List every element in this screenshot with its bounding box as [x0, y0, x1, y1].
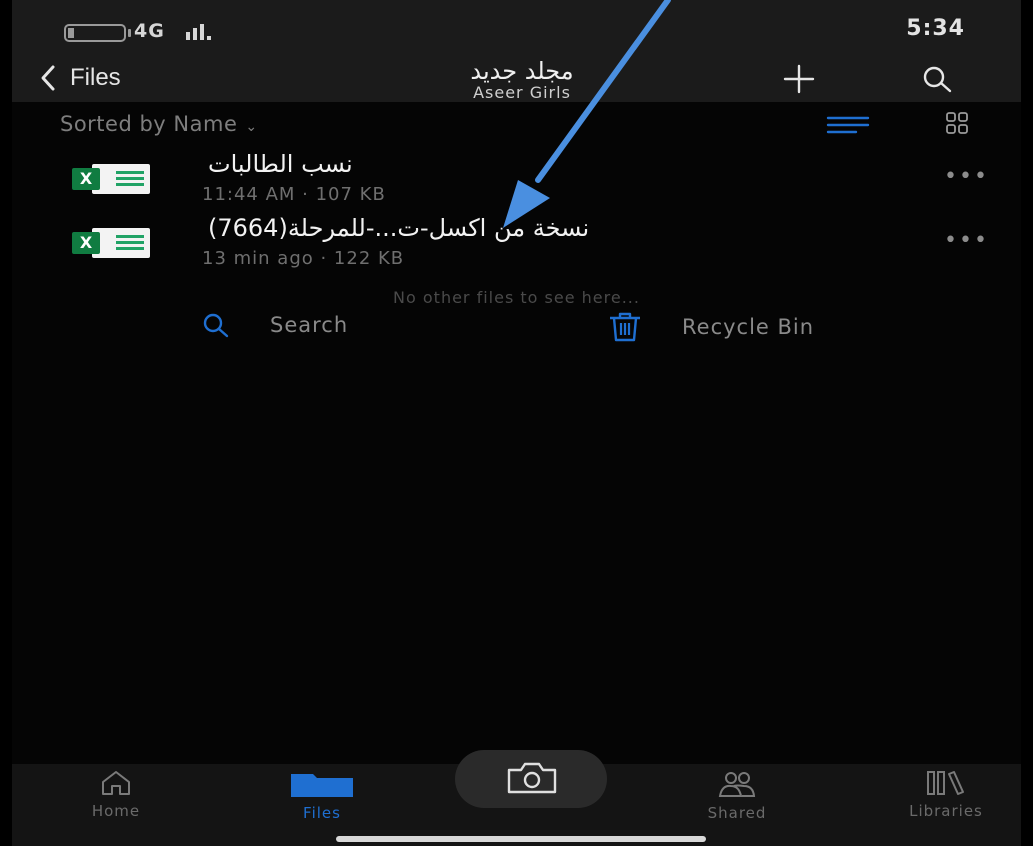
file-row[interactable]: X نسب الطالبات 11:44 AM · 107 KB ••• [12, 150, 1021, 216]
tab-label: Libraries [909, 802, 983, 820]
grid-view-icon [946, 112, 968, 134]
search-button[interactable] [920, 64, 956, 98]
trash-icon [610, 312, 640, 342]
search-action[interactable]: Search [202, 312, 348, 338]
people-icon [718, 772, 756, 797]
more-options-icon[interactable]: ••• [944, 164, 989, 189]
recycle-bin-action[interactable]: Recycle Bin [608, 312, 814, 342]
camera-button[interactable] [455, 750, 607, 808]
tab-label: Home [91, 802, 141, 820]
tab-label: Files [303, 804, 341, 822]
folder-icon [291, 774, 353, 797]
nav-header: Files مجلد جديد Aseer Girls [12, 58, 1021, 102]
excel-file-icon: X [72, 228, 152, 258]
sort-row: Sorted by Name ⌄ [12, 108, 1021, 144]
file-name: نسخة من اكسل-ت...-للمرحلة(7664) [208, 214, 590, 242]
home-indicator[interactable] [336, 836, 706, 842]
file-row[interactable]: X نسخة من اكسل-ت...-للمرحلة(7664) 13 min… [12, 214, 1021, 280]
page-subtitle: Aseer Girls [473, 83, 571, 102]
folder-title: مجلد جديد Aseer Girls [392, 58, 652, 102]
chevron-down-icon: ⌄ [245, 119, 258, 135]
tab-home[interactable]: Home [76, 770, 156, 820]
status-bar: 4G 5:34 [12, 0, 1021, 58]
sort-dropdown[interactable]: Sorted by Name ⌄ [60, 112, 258, 136]
add-button[interactable] [782, 64, 816, 98]
page-title: مجلد جديد [470, 57, 574, 85]
list-view-button[interactable] [826, 116, 870, 138]
battery-icon [64, 24, 131, 42]
list-view-icon [826, 116, 870, 134]
back-button[interactable]: Files [40, 64, 121, 92]
home-icon [102, 771, 130, 795]
tab-bar: Home Files Shared Libraries [12, 750, 1021, 846]
recycle-bin-label: Recycle Bin [682, 315, 815, 339]
search-action-label: Search [270, 313, 349, 337]
camera-icon [507, 762, 557, 794]
tab-libraries[interactable]: Libraries [888, 770, 1004, 820]
sort-label: Sorted by Name [60, 112, 238, 136]
empty-note: No other files to see here... [393, 288, 640, 307]
status-time: 5:34 [906, 16, 965, 41]
file-meta: 11:44 AM · 107 KB [202, 184, 386, 205]
file-meta: 13 min ago · 122 KB [202, 248, 405, 269]
more-options-icon[interactable]: ••• [944, 228, 989, 253]
search-icon [923, 66, 952, 93]
tab-label: Shared [707, 804, 767, 822]
signal-bars-icon [186, 22, 211, 40]
grid-view-button[interactable] [946, 112, 968, 138]
phone-screen: 4G 5:34 Files مجلد جديد Aseer Girls Sort… [12, 0, 1021, 846]
network-type: 4G [134, 20, 165, 42]
chevron-left-icon [41, 65, 55, 91]
tab-shared[interactable]: Shared [692, 770, 782, 822]
tab-files[interactable]: Files [282, 770, 362, 822]
plus-icon [783, 64, 815, 94]
file-name: نسب الطالبات [208, 150, 353, 178]
excel-file-icon: X [72, 164, 152, 194]
libraries-icon [927, 771, 964, 795]
back-label: Files [70, 64, 121, 91]
search-icon [203, 313, 229, 338]
